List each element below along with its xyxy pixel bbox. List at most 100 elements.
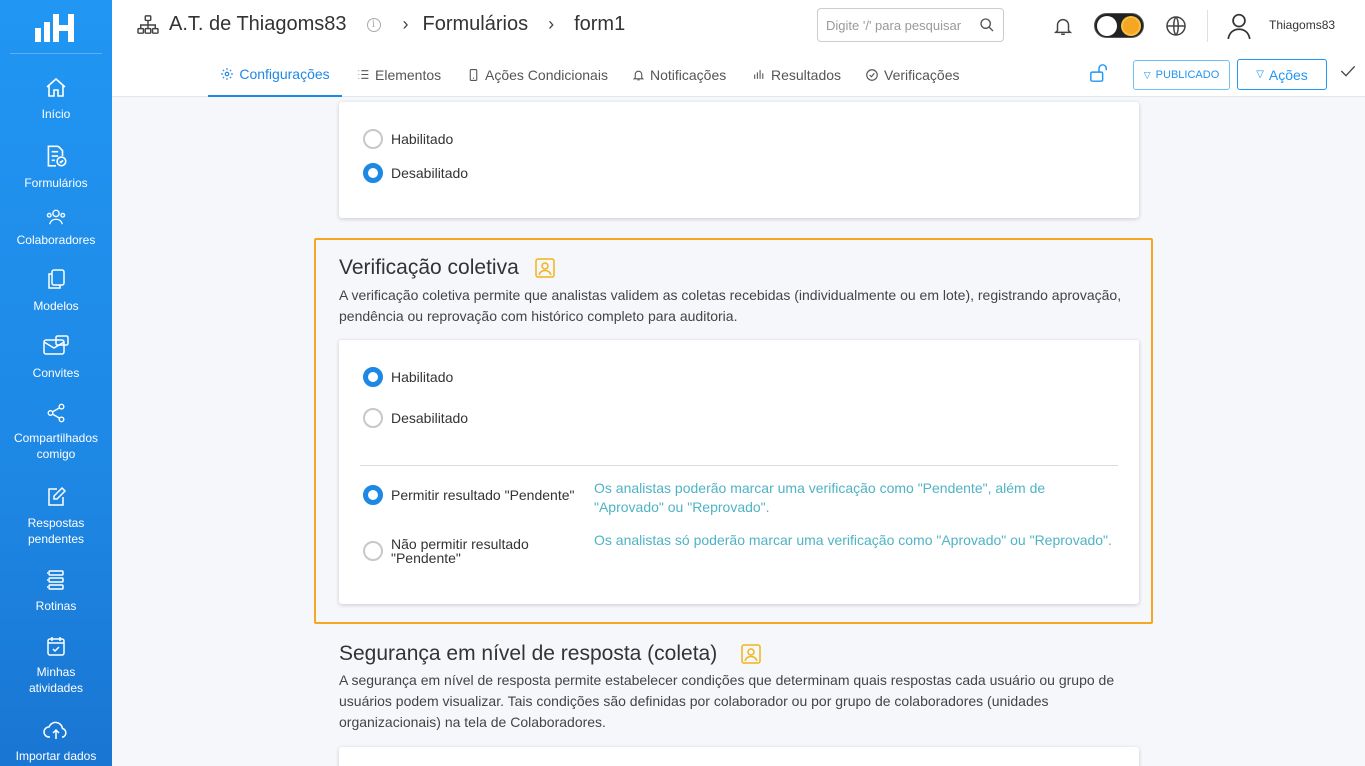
theme-toggle[interactable] — [1094, 13, 1144, 38]
section-description: A verificação coletiva permite que anali… — [339, 285, 1139, 327]
radio-button[interactable] — [363, 129, 383, 149]
radio-allow-pending[interactable]: Permitir resultado "Pendente" — [363, 485, 574, 505]
forms-icon — [47, 145, 67, 167]
radio-habilitado[interactable]: Habilitado — [363, 367, 453, 387]
label-line: Não permitir resultado — [391, 536, 529, 552]
desc-line: usuários podem visualizar. Tais condiçõe… — [339, 693, 1049, 709]
list-icon — [47, 570, 64, 590]
toggle-knob — [1097, 16, 1117, 36]
premium-badge-icon — [741, 644, 761, 664]
phone-icon — [469, 68, 478, 81]
sidebar-item-compartilhados[interactable]: Compartilhados comigo — [0, 402, 112, 462]
radio-button-selected[interactable] — [363, 163, 383, 183]
security-options-card — [339, 747, 1139, 766]
sidebar-item-convites[interactable]: Convites — [0, 333, 112, 381]
radio-deny-pending[interactable]: Não permitir resultado "Pendente" — [363, 537, 529, 565]
security-title: Segurança em nível de resposta (coleta) — [339, 642, 718, 665]
org-name[interactable]: A.T. de Thiagoms83 — [169, 13, 347, 36]
breadcrumb-formularios[interactable]: Formulários — [423, 13, 529, 36]
sidebar-item-label: Colaboradores — [16, 233, 96, 247]
chevron-right-icon: › — [402, 14, 409, 34]
radio-button[interactable] — [363, 408, 383, 428]
home-icon — [46, 77, 66, 97]
sidebar-item-respostas-pendentes[interactable]: Respostas pendentes — [0, 485, 112, 547]
sidebar-item-inicio[interactable]: Início — [0, 76, 112, 122]
radio-desabilitado[interactable]: Desabilitado — [363, 408, 468, 428]
tab-acoes-condicionais[interactable]: Ações Condicionais — [467, 52, 608, 97]
sidebar-item-label: Compartilhados comigo — [13, 431, 99, 461]
unlock-icon[interactable] — [1088, 63, 1110, 83]
info-icon[interactable]: i — [366, 17, 381, 32]
desc-line: organizacionais) na tela de Colaboradore… — [339, 714, 606, 730]
globe-icon[interactable] — [1164, 14, 1188, 38]
user-avatar-icon[interactable] — [1226, 12, 1252, 40]
security-section-title: Segurança em nível de resposta (coleta) — [339, 642, 761, 666]
bar-chart-icon — [754, 70, 764, 79]
sidebar-item-label: Rotinas — [35, 599, 77, 613]
hint-line: Os analistas poderão marcar uma verifica… — [594, 480, 1046, 496]
collective-title: Verificação coletiva — [339, 256, 519, 279]
radio-button[interactable] — [363, 541, 383, 561]
sidebar-item-label: Modelos — [33, 299, 79, 313]
chevron-right-icon: › — [548, 14, 555, 34]
bell-icon[interactable] — [1052, 15, 1074, 37]
tab-configuracoes[interactable]: Configurações — [208, 52, 342, 97]
tab-label: Resultados — [771, 66, 842, 83]
sidebar-item-importar-dados[interactable]: Importar dados — [0, 718, 112, 764]
mail-icon — [43, 335, 69, 355]
radio-label: Não permitir resultado "Pendente" — [391, 537, 529, 565]
cloud-upload-icon — [43, 721, 67, 739]
calendar-check-icon — [47, 637, 65, 656]
sidebar: Início Formulários Colaboradores Modelos… — [0, 0, 112, 766]
chevron-down-icon: ▽ — [1256, 69, 1264, 80]
search-input[interactable]: Digite '/' para pesquisar — [817, 8, 1004, 42]
radio-button-selected[interactable] — [363, 367, 383, 387]
actions-label: Ações — [1268, 66, 1308, 83]
tab-verificacoes[interactable]: Verificações — [865, 52, 959, 97]
desc-line: A verificação coletiva permite que anali… — [339, 287, 1122, 303]
collective-verification-section: Verificação coletiva A verificação colet… — [314, 238, 1153, 624]
actions-button[interactable]: ▽ Ações — [1237, 59, 1327, 90]
published-button[interactable]: ▽ PUBLICADO — [1133, 60, 1230, 90]
allow-pending-hint: Os analistas poderão marcar uma verifica… — [594, 479, 1114, 517]
label-line: "Pendente" — [391, 550, 461, 566]
search-placeholder: Digite '/' para pesquisar — [826, 17, 962, 33]
username[interactable]: Thiagoms83 — [1269, 18, 1335, 32]
hint-line: "Aprovado" ou "Reprovado". — [594, 499, 770, 515]
radio-desabilitado[interactable]: Desabilitado — [363, 163, 468, 183]
tab-label: Configurações — [239, 65, 330, 82]
gear-icon — [221, 67, 234, 80]
check-circle-icon — [866, 68, 878, 81]
copy-icon — [48, 269, 65, 289]
sidebar-item-formularios[interactable]: Formulários — [0, 143, 112, 191]
users-icon — [46, 209, 66, 225]
divider — [360, 465, 1118, 466]
sidebar-item-label: Início — [41, 107, 71, 121]
tab-notificacoes[interactable]: Notificações — [632, 52, 726, 97]
collective-options-card: Habilitado Desabilitado Permitir resulta… — [339, 340, 1139, 604]
header-divider — [1207, 10, 1208, 42]
sidebar-item-modelos[interactable]: Modelos — [0, 266, 112, 314]
share-icon — [47, 403, 65, 423]
tab-label: Verificações — [884, 66, 960, 83]
tab-resultados[interactable]: Resultados — [752, 52, 841, 97]
breadcrumb-form1: form1 — [574, 13, 626, 35]
sun-icon — [1123, 18, 1139, 34]
premium-badge-icon — [535, 258, 555, 278]
sidebar-item-colaboradores[interactable]: Colaboradores — [0, 208, 112, 248]
edit-icon — [48, 486, 67, 506]
radio-habilitado[interactable]: Habilitado — [363, 129, 453, 149]
tab-elementos[interactable]: Elementos — [357, 52, 441, 97]
tabs-bar: Configurações Elementos Ações Condiciona… — [112, 52, 1365, 97]
section-title: Verificação coletiva — [339, 256, 555, 280]
tab-label: Ações Condicionais — [485, 66, 608, 83]
search-icon — [980, 18, 994, 32]
sidebar-item-label: Convites — [32, 366, 80, 380]
check-icon[interactable] — [1340, 64, 1356, 78]
radio-label: Desabilitado — [391, 410, 469, 426]
sidebar-item-minhas-atividades[interactable]: Minhas atividades — [0, 634, 112, 696]
radio-button-selected[interactable] — [363, 485, 383, 505]
sidebar-item-rotinas[interactable]: Rotinas — [0, 568, 112, 614]
sidebar-item-label: Formulários — [24, 176, 88, 190]
app-logo[interactable] — [10, 0, 102, 54]
